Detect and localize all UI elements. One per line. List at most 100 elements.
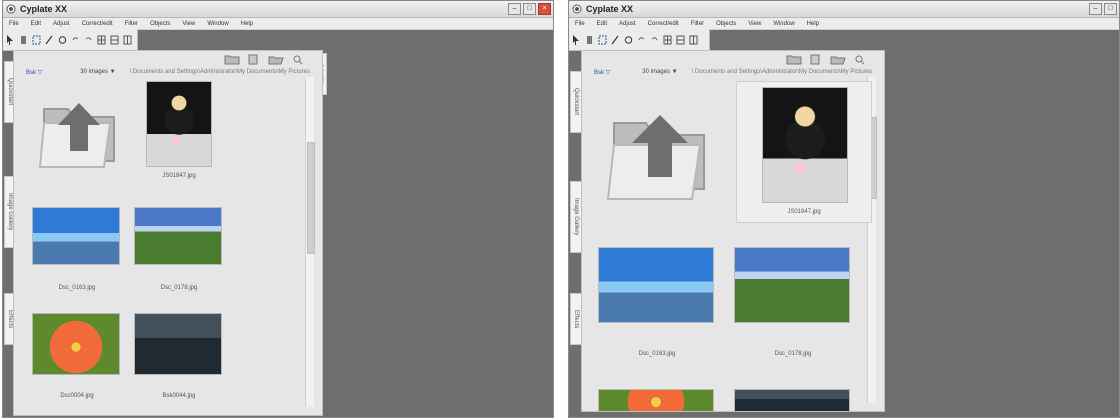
breadcrumb: Bsk ▽ 30 images ▼ \ Documents and Settin… [594, 67, 872, 77]
thumbnail-image[interactable] [734, 247, 850, 323]
find-icon[interactable] [290, 53, 306, 65]
thumbnail-item[interactable]: Bsk0044.jpg [134, 313, 224, 403]
rotate-icon[interactable] [624, 34, 633, 46]
scrollbar-thumb[interactable] [307, 142, 315, 254]
vertical-scrollbar[interactable] [305, 77, 315, 407]
menu-objects[interactable]: Objects [710, 21, 742, 27]
menu-correct-edit[interactable]: Correct/edit [76, 21, 119, 27]
breadcrumb: Bsk ▽ 30 images ▼ \ Documents and Settin… [26, 67, 310, 77]
screenshot: Cyplate XX – □ × File Edit Adjust Correc… [0, 0, 1120, 420]
undo-icon[interactable] [71, 34, 80, 46]
add-file-icon[interactable] [246, 53, 262, 65]
menu-filter[interactable]: Filter [119, 21, 144, 27]
thumbnail-image[interactable] [762, 87, 848, 203]
image-count[interactable]: 30 images ▼ [642, 69, 677, 75]
hand-icon[interactable] [19, 34, 28, 46]
gallery-actionbar [582, 51, 884, 66]
thumbnail-item[interactable]: Dsc_0163.jpg [32, 207, 122, 293]
titlebar: Cyplate XX – □ × [3, 1, 553, 18]
thumbnail-item-selected[interactable]: JS01847.jpg [736, 81, 872, 223]
rotate-icon[interactable] [58, 34, 67, 46]
folder-path[interactable]: \ Documents and Settings\Administrator\M… [692, 69, 872, 75]
thumbnail-item[interactable]: Dsc_0163.jpg [598, 247, 716, 363]
thumbnail-label: Dsc_0178.jpg [160, 285, 198, 291]
thumbnail-image[interactable] [134, 313, 222, 375]
thumbnail-label: JS01847.jpg [162, 173, 196, 179]
grid-icon[interactable] [110, 34, 119, 46]
minimize-button[interactable]: – [1089, 3, 1102, 15]
toolbar [3, 29, 138, 51]
grid-icon[interactable] [689, 34, 698, 46]
grid-icon[interactable] [676, 34, 685, 46]
image-count[interactable]: 30 images ▼ [80, 69, 115, 75]
menu-adjust[interactable]: Adjust [613, 21, 642, 27]
add-folder-icon[interactable] [786, 53, 802, 65]
app-window-right: Cyplate XX – □ File Edit Adjust Correct/… [568, 0, 1120, 418]
up-folder-link[interactable]: Bsk ▽ [594, 69, 610, 76]
thumbnail-image[interactable] [598, 247, 714, 323]
toolbar [569, 29, 710, 51]
gallery-panel: Bsk ▽ 30 images ▼ \ Documents and Settin… [13, 50, 323, 416]
close-button[interactable]: × [538, 3, 551, 15]
select-icon[interactable] [598, 34, 607, 46]
thumbnail-image[interactable] [32, 207, 120, 265]
add-file-icon[interactable] [808, 53, 824, 65]
find-icon[interactable] [852, 53, 868, 65]
add-folder-icon[interactable] [224, 53, 240, 65]
menu-help[interactable]: Help [801, 21, 825, 27]
maximize-button[interactable]: □ [523, 3, 536, 15]
menu-filter[interactable]: Filter [685, 21, 710, 27]
menu-correct-edit[interactable]: Correct/edit [642, 21, 685, 27]
thumbnail-image[interactable] [32, 313, 120, 375]
menu-window[interactable]: Window [201, 21, 234, 27]
menu-view[interactable]: View [176, 21, 201, 27]
arrow-icon[interactable] [6, 34, 15, 46]
maximize-button[interactable]: □ [1104, 3, 1117, 15]
menu-file[interactable]: File [569, 21, 591, 27]
folder-up-item[interactable] [600, 85, 720, 205]
thumbnail-label: JS01847.jpg [787, 209, 821, 215]
minimize-button[interactable]: – [508, 3, 521, 15]
menu-objects[interactable]: Objects [144, 21, 176, 27]
thumbnail-label: Dsc_0178.jpg [774, 351, 812, 357]
folder-path[interactable]: \ Documents and Settings\Administrator\M… [130, 69, 310, 75]
thumbnail-image[interactable] [598, 389, 714, 411]
arrow-icon[interactable] [572, 34, 581, 46]
thumbnail-item[interactable]: Dsc_0178.jpg [134, 207, 224, 293]
thumbnail-image[interactable] [146, 81, 212, 167]
menu-view[interactable]: View [742, 21, 767, 27]
menu-file[interactable]: File [3, 21, 25, 27]
undo-icon[interactable] [637, 34, 646, 46]
thumbnail-label: Dsc_0163.jpg [638, 351, 676, 357]
menu-edit[interactable]: Edit [25, 21, 47, 27]
thumbnail-image[interactable] [734, 389, 850, 411]
thumbnail-image[interactable] [134, 207, 222, 265]
menu-adjust[interactable]: Adjust [47, 21, 76, 27]
folder-up-icon[interactable] [34, 81, 124, 171]
wand-icon[interactable] [45, 34, 54, 46]
menu-window[interactable]: Window [767, 21, 800, 27]
thumbnail-item-partial[interactable] [734, 389, 852, 411]
menu-edit[interactable]: Edit [591, 21, 613, 27]
grid-icon[interactable] [663, 34, 672, 46]
redo-icon[interactable] [84, 34, 93, 46]
select-icon[interactable] [32, 34, 41, 46]
thumbnail-item-partial[interactable] [598, 389, 716, 411]
thumbnail-item[interactable]: Dsc0004.jpg [32, 313, 122, 403]
hand-icon[interactable] [585, 34, 594, 46]
grid-icon[interactable] [97, 34, 106, 46]
folder-open-icon[interactable] [268, 53, 284, 65]
wand-icon[interactable] [611, 34, 620, 46]
grid-icon[interactable] [123, 34, 132, 46]
thumbnail-label: Dsc0004.jpg [60, 393, 94, 399]
folder-up-icon[interactable] [600, 85, 720, 205]
up-folder-link[interactable]: Bsk ▽ [26, 69, 42, 76]
gallery-actionbar [14, 51, 322, 66]
folder-up-item[interactable] [34, 81, 124, 171]
thumbnail-item[interactable]: Dsc_0178.jpg [734, 247, 852, 363]
redo-icon[interactable] [650, 34, 659, 46]
thumbnail-item[interactable]: JS01847.jpg [144, 81, 214, 181]
app-window-left: Cyplate XX – □ × File Edit Adjust Correc… [2, 0, 554, 418]
menu-help[interactable]: Help [235, 21, 259, 27]
folder-open-icon[interactable] [830, 53, 846, 65]
